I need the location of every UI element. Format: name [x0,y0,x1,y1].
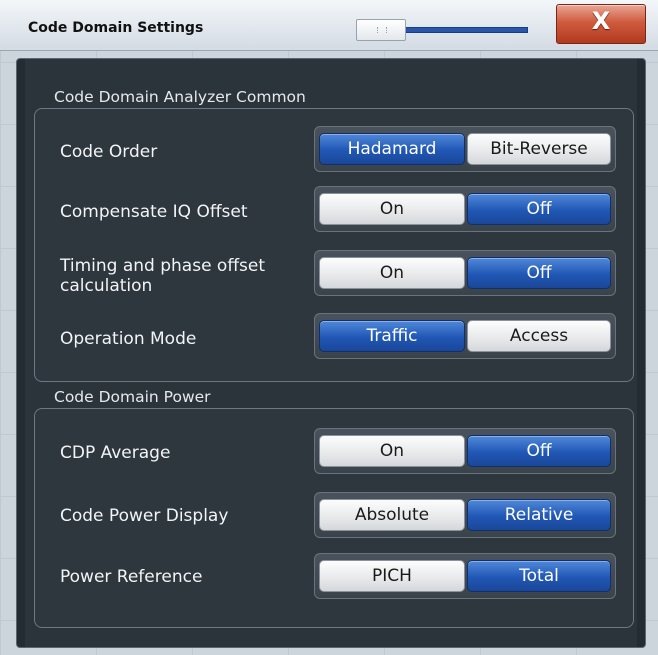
power-reference-total-button[interactable]: Total [467,560,611,592]
group-title-power: Code Domain Power [54,388,211,406]
timing-phase-toggle: On Off [314,250,616,296]
code-order-label: Code Order [60,142,158,162]
grip-icon [377,27,387,33]
timing-phase-label-line2: calculation [60,276,153,296]
dialog-title: Code Domain Settings [28,20,204,36]
code-order-toggle: Hadamard Bit-Reverse [314,126,616,172]
cdp-average-toggle: On Off [314,428,616,474]
slider-thumb[interactable] [356,19,406,41]
cdp-average-off-button[interactable]: Off [467,435,611,467]
screen: Code Domain Settings X Code Domain Analy… [0,0,658,655]
compensate-iq-toggle: On Off [314,186,616,232]
slider-track[interactable] [396,27,528,33]
operation-mode-access-button[interactable]: Access [467,320,611,352]
code-order-hadamard-button[interactable]: Hadamard [319,133,465,165]
code-power-display-relative-button[interactable]: Relative [467,499,611,531]
title-bar[interactable]: Code Domain Settings X [0,0,658,51]
timing-phase-off-button[interactable]: Off [467,257,611,289]
timing-phase-on-button[interactable]: On [319,257,465,289]
operation-mode-traffic-button[interactable]: Traffic [319,320,465,352]
code-power-display-absolute-button[interactable]: Absolute [319,499,465,531]
compensate-iq-label: Compensate IQ Offset [60,202,248,222]
power-reference-pich-button[interactable]: PICH [319,560,465,592]
transparency-slider[interactable] [356,19,528,41]
cdp-average-on-button[interactable]: On [319,435,465,467]
code-power-display-toggle: Absolute Relative [314,492,616,538]
operation-mode-label: Operation Mode [60,329,197,349]
code-order-bit-reverse-button[interactable]: Bit-Reverse [467,133,611,165]
power-reference-toggle: PICH Total [314,553,616,599]
close-button[interactable]: X [556,4,646,44]
compensate-iq-off-button[interactable]: Off [467,193,611,225]
code-power-display-label: Code Power Display [60,506,229,526]
power-reference-label: Power Reference [60,567,203,587]
cdp-average-label: CDP Average [60,443,171,463]
group-title-common: Code Domain Analyzer Common [54,88,306,106]
operation-mode-toggle: Traffic Access [314,313,616,359]
close-icon: X [591,7,611,35]
timing-phase-label-line1: Timing and phase offset [60,256,266,276]
compensate-iq-on-button[interactable]: On [319,193,465,225]
